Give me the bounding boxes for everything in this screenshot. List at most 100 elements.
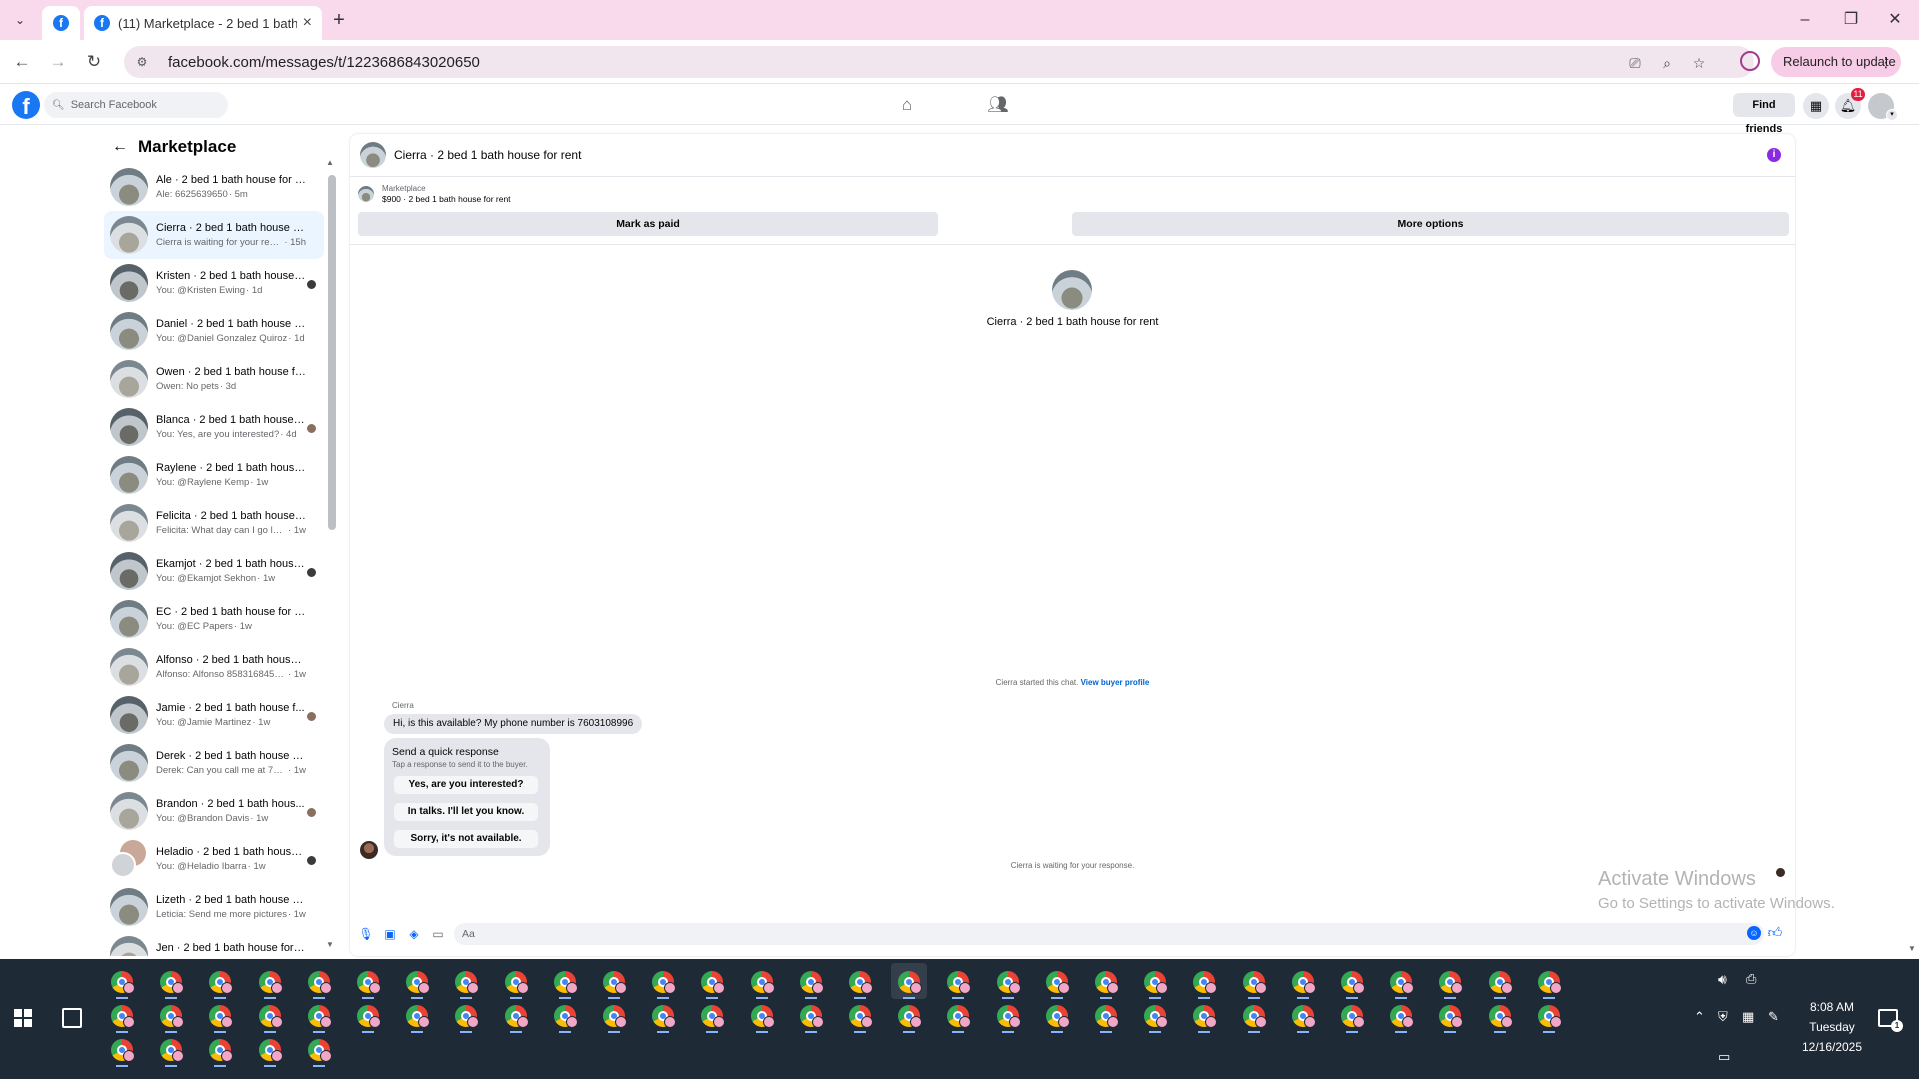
chrome-taskbar-icon[interactable] — [252, 963, 288, 999]
chrome-taskbar-icon[interactable] — [104, 963, 140, 999]
sender-avatar[interactable] — [360, 841, 378, 859]
chrome-taskbar-icon[interactable] — [1383, 997, 1419, 1033]
minimize-icon[interactable]: – — [1790, 8, 1820, 32]
conversation-item[interactable]: Brandon · 2 bed 1 bath hous... You: @Bra… — [104, 787, 324, 835]
sticker-icon[interactable]: ◈ — [406, 926, 422, 942]
quick-reply-yes-button[interactable]: Yes, are you interested? — [394, 776, 538, 794]
conversation-item[interactable]: Kristen · 2 bed 1 bath house f... You: @… — [104, 259, 324, 307]
chrome-taskbar-icon[interactable] — [1039, 997, 1075, 1033]
chat-listing-thumbnail[interactable] — [360, 142, 386, 168]
friends-icon[interactable]: 👥︎ — [986, 93, 1010, 117]
zoom-icon[interactable]: ⌕ — [1658, 54, 1676, 72]
chrome-taskbar-icon[interactable] — [744, 997, 780, 1033]
task-view-icon[interactable] — [62, 1008, 82, 1028]
browser-profile-icon[interactable] — [1740, 51, 1760, 71]
more-options-button[interactable]: More options — [1072, 212, 1789, 236]
message-input[interactable] — [454, 923, 1764, 945]
chrome-taskbar-icon[interactable] — [202, 1031, 238, 1067]
chrome-taskbar-icon[interactable] — [596, 997, 632, 1033]
message-bubble[interactable]: Hi, is this available? My phone number i… — [384, 714, 643, 734]
chrome-taskbar-icon[interactable] — [252, 997, 288, 1033]
chrome-taskbar-icon[interactable] — [153, 997, 189, 1033]
chrome-taskbar-icon[interactable] — [498, 963, 534, 999]
chrome-taskbar-icon[interactable] — [1334, 997, 1370, 1033]
back-arrow-icon[interactable]: ← — [10, 50, 34, 74]
chrome-taskbar-icon[interactable] — [990, 963, 1026, 999]
desktop-icon[interactable]: ▭ — [1718, 1049, 1730, 1065]
chrome-taskbar-icon[interactable] — [301, 1031, 337, 1067]
chrome-taskbar-icon[interactable] — [1088, 997, 1124, 1033]
conversation-item[interactable]: Ale · 2 bed 1 bath house for rent Ale: 6… — [104, 163, 324, 211]
install-app-icon[interactable]: ⎚ — [1626, 54, 1644, 72]
windows-start-icon[interactable] — [14, 1009, 32, 1027]
emoji-icon[interactable]: ☺ — [1747, 926, 1761, 940]
conversation-item[interactable]: Derek · 2 bed 1 bath house for ... Derek… — [104, 739, 324, 787]
chrome-taskbar-icon[interactable] — [793, 963, 829, 999]
conversation-item[interactable]: Felicita · 2 bed 1 bath house for... Fel… — [104, 499, 324, 547]
chrome-taskbar-icon[interactable] — [104, 997, 140, 1033]
chrome-taskbar-icon[interactable] — [1285, 997, 1321, 1033]
scroll-down-arrow-icon[interactable]: ▼ — [326, 940, 334, 949]
scroll-up-arrow-icon[interactable]: ▲ — [326, 158, 334, 167]
page-scroll-down-icon[interactable]: ▼ — [1908, 944, 1916, 953]
chrome-taskbar-icon[interactable] — [1137, 997, 1173, 1033]
conversation-item[interactable]: Jamie · 2 bed 1 bath house f... You: @Ja… — [104, 691, 324, 739]
chrome-taskbar-icon[interactable] — [1432, 963, 1468, 999]
chrome-taskbar-icon[interactable] — [1088, 963, 1124, 999]
home-icon[interactable]: ⌂ — [895, 93, 919, 117]
chrome-taskbar-icon[interactable] — [202, 997, 238, 1033]
restore-icon[interactable]: ❐ — [1836, 8, 1866, 32]
chrome-taskbar-icon[interactable] — [252, 1031, 288, 1067]
active-tab[interactable]: f (11) Marketplace - 2 bed 1 bath × — [84, 6, 322, 40]
chrome-taskbar-icon[interactable] — [399, 963, 435, 999]
gif-icon[interactable]: ▭ — [430, 926, 446, 942]
chrome-taskbar-icon[interactable] — [694, 963, 730, 999]
chrome-taskbar-icon[interactable] — [448, 963, 484, 999]
chrome-taskbar-icon[interactable] — [645, 997, 681, 1033]
reload-icon[interactable]: ↻ — [82, 50, 106, 74]
pinned-tab-facebook[interactable]: f — [42, 6, 80, 40]
chrome-taskbar-icon[interactable] — [301, 997, 337, 1033]
facebook-logo[interactable]: f — [12, 91, 40, 119]
chrome-taskbar-icon[interactable] — [1137, 963, 1173, 999]
conversation-item[interactable]: Daniel · 2 bed 1 bath house for ... You:… — [104, 307, 324, 355]
listing-summary[interactable]: Marketplace $900 · 2 bed 1 bath house fo… — [358, 184, 511, 204]
chrome-taskbar-icon[interactable] — [1334, 963, 1370, 999]
chrome-taskbar-icon[interactable] — [990, 997, 1026, 1033]
chrome-taskbar-icon[interactable] — [793, 997, 829, 1033]
conversation-list-scrollbar[interactable] — [328, 175, 336, 530]
forward-arrow-icon[interactable]: → — [46, 50, 70, 74]
conversation-item[interactable]: Jen · 2 bed 1 bath house for rent Jen is… — [104, 931, 324, 956]
chrome-taskbar-icon[interactable] — [301, 963, 337, 999]
bookmark-star-icon[interactable]: ☆ — [1690, 54, 1708, 72]
site-info-icon[interactable]: ⚙ — [134, 54, 150, 70]
chrome-taskbar-icon[interactable] — [1186, 997, 1222, 1033]
chrome-taskbar-icon[interactable] — [842, 997, 878, 1033]
chrome-taskbar-icon[interactable] — [202, 963, 238, 999]
conversation-item[interactable]: Raylene · 2 bed 1 bath house fo... You: … — [104, 451, 324, 499]
chrome-taskbar-icon[interactable] — [940, 963, 976, 999]
view-buyer-profile-link[interactable]: View buyer profile — [1081, 678, 1150, 687]
chat-title[interactable]: Cierra · 2 bed 1 bath house for rent — [394, 148, 581, 162]
chrome-taskbar-icon[interactable] — [1432, 997, 1468, 1033]
chrome-taskbar-icon[interactable] — [350, 963, 386, 999]
chrome-taskbar-icon[interactable] — [350, 997, 386, 1033]
quick-reply-not-available-button[interactable]: Sorry, it's not available. — [394, 830, 538, 848]
chrome-taskbar-icon[interactable] — [153, 1031, 189, 1067]
conversation-item[interactable]: EC · 2 bed 1 bath house for rent You: @E… — [104, 595, 324, 643]
chrome-taskbar-icon[interactable] — [694, 997, 730, 1033]
browser-menu-dots-icon[interactable]: ⋮ — [1879, 47, 1893, 77]
pen-icon[interactable]: ✎ — [1768, 1009, 1779, 1025]
conversation-item[interactable]: Blanca · 2 bed 1 bath house f... You: Ye… — [104, 403, 324, 451]
conversation-item[interactable]: Owen · 2 bed 1 bath house for r... Owen:… — [104, 355, 324, 403]
shield-icon[interactable]: ⛨ — [1718, 1009, 1728, 1025]
conversation-item[interactable]: Lizeth · 2 bed 1 bath house for ... Leti… — [104, 883, 324, 931]
menu-grid-icon[interactable]: ▦ — [1803, 93, 1829, 119]
quick-reply-in-talks-button[interactable]: In talks. I'll let you know. — [394, 803, 538, 821]
url-text[interactable]: facebook.com/messages/t/1223686843020650 — [168, 54, 480, 71]
conversation-item[interactable]: Cierra · 2 bed 1 bath house for ... Cier… — [104, 211, 324, 259]
chrome-taskbar-icon[interactable] — [448, 997, 484, 1033]
app-tray-icon[interactable]: ▦ — [1742, 1009, 1754, 1025]
new-tab-plus-icon[interactable]: + — [327, 8, 351, 32]
chrome-taskbar-icon[interactable] — [547, 997, 583, 1033]
